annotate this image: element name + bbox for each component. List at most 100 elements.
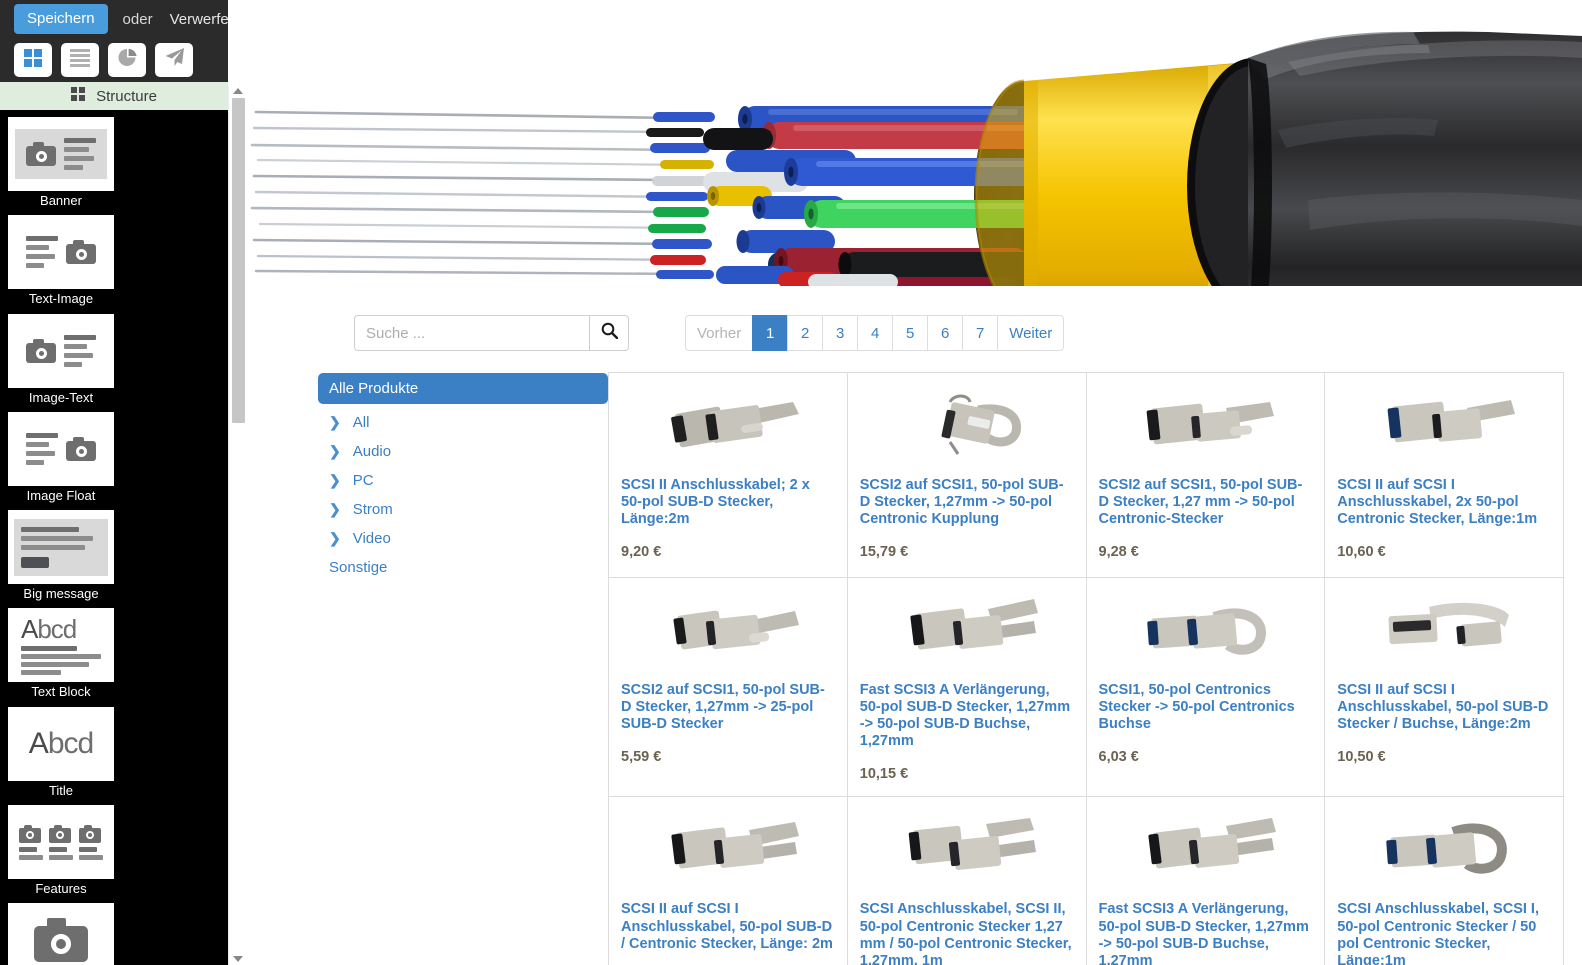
search-input[interactable] — [354, 315, 589, 351]
product-image — [621, 809, 835, 897]
product-title[interactable]: SCSI2 auf SCSI1, 50-pol SUB-D Stecker, 1… — [621, 682, 835, 733]
send-tool[interactable] — [155, 43, 193, 77]
save-button[interactable]: Speichern — [14, 4, 108, 34]
block-features[interactable]: Features — [8, 805, 114, 900]
block-image-text[interactable]: Image-Text — [8, 314, 114, 409]
product-cell[interactable]: Fast SCSI3 A Verlängerung, 50-pol SUB-D … — [847, 578, 1086, 797]
product-cell[interactable]: SCSI2 auf SCSI1, 50-pol SUB-D Stecker, 1… — [847, 373, 1086, 578]
category-item-strom[interactable]: ❯ Strom — [318, 495, 608, 524]
block-thumb — [8, 510, 114, 584]
category-label: Video — [353, 530, 391, 547]
paper-plane-icon — [164, 47, 185, 73]
chevron-right-icon: ❯ — [329, 530, 341, 547]
controls-row: Vorher 1 2 3 4 5 6 7 Weiter — [248, 286, 1582, 358]
table-row: SCSI II Anschlusskabel; 2 x 50-pol SUB-D… — [609, 373, 1564, 578]
product-price: 9,28 € — [1099, 544, 1313, 560]
block-title[interactable]: Abcd Title — [8, 707, 114, 802]
product-cell[interactable]: SCSI II Anschlusskabel; 2 x 50-pol SUB-D… — [609, 373, 848, 578]
search-button[interactable] — [589, 315, 629, 351]
discard-button[interactable]: Verwerfen — [170, 11, 228, 28]
section-title: Structure — [96, 88, 157, 105]
block-big-picture[interactable]: Big Picture — [8, 903, 114, 965]
pagination-page-3[interactable]: 3 — [822, 315, 857, 351]
product-grid: SCSI II Anschlusskabel; 2 x 50-pol SUB-D… — [608, 372, 1564, 965]
editor-panel: Speichern oder Verwerfen — [0, 0, 228, 965]
content-area: Alle Produkte ❯ All ❯ Audio ❯ PC ❯ Strom… — [248, 358, 1582, 965]
chevron-right-icon: ❯ — [329, 414, 341, 431]
pagination-page-6[interactable]: 6 — [927, 315, 962, 351]
product-cell[interactable]: SCSI2 auf SCSI1, 50-pol SUB-D Stecker, 1… — [609, 578, 848, 797]
camera-icon — [34, 918, 88, 962]
or-label: oder — [123, 11, 153, 28]
pagination-next[interactable]: Weiter — [997, 315, 1064, 351]
block-text-image[interactable]: Text-Image — [8, 215, 114, 310]
product-image — [860, 809, 1074, 897]
product-price: 15,79 € — [860, 544, 1074, 560]
product-title[interactable]: SCSI II auf SCSI I Anschlusskabel, 50-po… — [621, 901, 835, 952]
product-image — [1099, 385, 1313, 473]
pagination-page-7[interactable]: 7 — [962, 315, 997, 351]
scrollbar-thumb[interactable] — [232, 98, 245, 423]
product-cell[interactable]: SCSI Anschlusskabel, SCSI II, 50-pol Cen… — [847, 797, 1086, 965]
chart-tool[interactable] — [108, 43, 146, 77]
product-image — [1337, 590, 1551, 678]
pagination-page-5[interactable]: 5 — [892, 315, 927, 351]
product-cell[interactable]: Fast SCSI3 A Verlängerung, 50-pol SUB-D … — [1086, 797, 1325, 965]
category-label: Strom — [353, 501, 393, 518]
product-price: 9,20 € — [621, 544, 835, 560]
pagination-page-2[interactable]: 2 — [787, 315, 822, 351]
product-cell[interactable]: SCSI II auf SCSI I Anschlusskabel, 50-po… — [609, 797, 848, 965]
grid-view-tool[interactable] — [14, 43, 52, 77]
product-cell[interactable]: SCSI2 auf SCSI1, 50-pol SUB-D Stecker, 1… — [1086, 373, 1325, 578]
list-view-tool[interactable] — [61, 43, 99, 77]
search-group — [354, 315, 629, 351]
category-item-audio[interactable]: ❯ Audio — [318, 437, 608, 466]
product-title[interactable]: SCSI II auf SCSI I Anschlusskabel, 50-po… — [1337, 682, 1551, 733]
block-label: Features — [8, 879, 114, 900]
product-title[interactable]: SCSI1, 50-pol Centronics Stecker -> 50-p… — [1099, 682, 1313, 733]
product-cell[interactable]: SCSI II auf SCSI I Anschlusskabel, 2x 50… — [1325, 373, 1564, 578]
product-cell[interactable]: SCSI Anschlusskabel, SCSI I, 50-pol Cent… — [1325, 797, 1564, 965]
block-image-float[interactable]: Image Float — [8, 412, 114, 507]
product-price: 6,03 € — [1099, 749, 1313, 765]
structure-block-list: Banner Text-Image — [0, 110, 228, 965]
category-item-sonstige[interactable]: Sonstige — [318, 553, 608, 582]
category-item-video[interactable]: ❯ Video — [318, 524, 608, 553]
product-title[interactable]: SCSI2 auf SCSI1, 50-pol SUB-D Stecker, 1… — [860, 477, 1074, 528]
product-image — [1337, 385, 1551, 473]
pagination-page-1[interactable]: 1 — [752, 315, 787, 351]
category-item-all[interactable]: ❯ All — [318, 408, 608, 437]
product-title[interactable]: SCSI Anschlusskabel, SCSI II, 50-pol Cen… — [860, 901, 1074, 965]
block-label: Text-Image — [8, 289, 114, 310]
product-title[interactable]: SCSI II auf SCSI I Anschlusskabel, 2x 50… — [1337, 477, 1551, 528]
block-thumb — [8, 412, 114, 486]
product-title[interactable]: Fast SCSI3 A Verlängerung, 50-pol SUB-D … — [1099, 901, 1313, 965]
product-cell[interactable]: SCSI1, 50-pol Centronics Stecker -> 50-p… — [1086, 578, 1325, 797]
category-item-pc[interactable]: ❯ PC — [318, 466, 608, 495]
block-big-message[interactable]: Big message — [8, 510, 114, 605]
editor-scrollbar[interactable] — [228, 86, 247, 965]
save-bar: Speichern oder Verwerfen — [0, 0, 228, 38]
product-title[interactable]: SCSI2 auf SCSI1, 50-pol SUB-D Stecker, 1… — [1099, 477, 1313, 528]
product-price: 5,59 € — [621, 749, 835, 765]
block-banner[interactable]: Banner — [8, 117, 114, 212]
section-header-structure: Structure — [0, 82, 228, 110]
block-text-block[interactable]: Abcd Text Block — [8, 608, 114, 703]
pagination-page-4[interactable]: 4 — [857, 315, 892, 351]
product-image — [860, 385, 1074, 473]
chevron-right-icon: ❯ — [329, 472, 341, 489]
hero-banner[interactable] — [248, 0, 1582, 286]
block-thumb: Abcd — [8, 707, 114, 781]
product-title[interactable]: Fast SCSI3 A Verlängerung, 50-pol SUB-D … — [860, 682, 1074, 750]
scroll-up-arrow[interactable] — [233, 88, 243, 94]
product-image — [1099, 590, 1313, 678]
block-thumb — [8, 117, 114, 191]
block-label: Image Float — [8, 486, 114, 507]
block-thumb — [8, 314, 114, 388]
scroll-down-arrow[interactable] — [233, 956, 243, 962]
product-title[interactable]: SCSI II Anschlusskabel; 2 x 50-pol SUB-D… — [621, 477, 835, 528]
pagination-prev[interactable]: Vorher — [685, 315, 752, 351]
product-cell[interactable]: SCSI II auf SCSI I Anschlusskabel, 50-po… — [1325, 578, 1564, 797]
category-all-products[interactable]: Alle Produkte — [318, 373, 608, 404]
product-title[interactable]: SCSI Anschlusskabel, SCSI I, 50-pol Cent… — [1337, 901, 1551, 965]
